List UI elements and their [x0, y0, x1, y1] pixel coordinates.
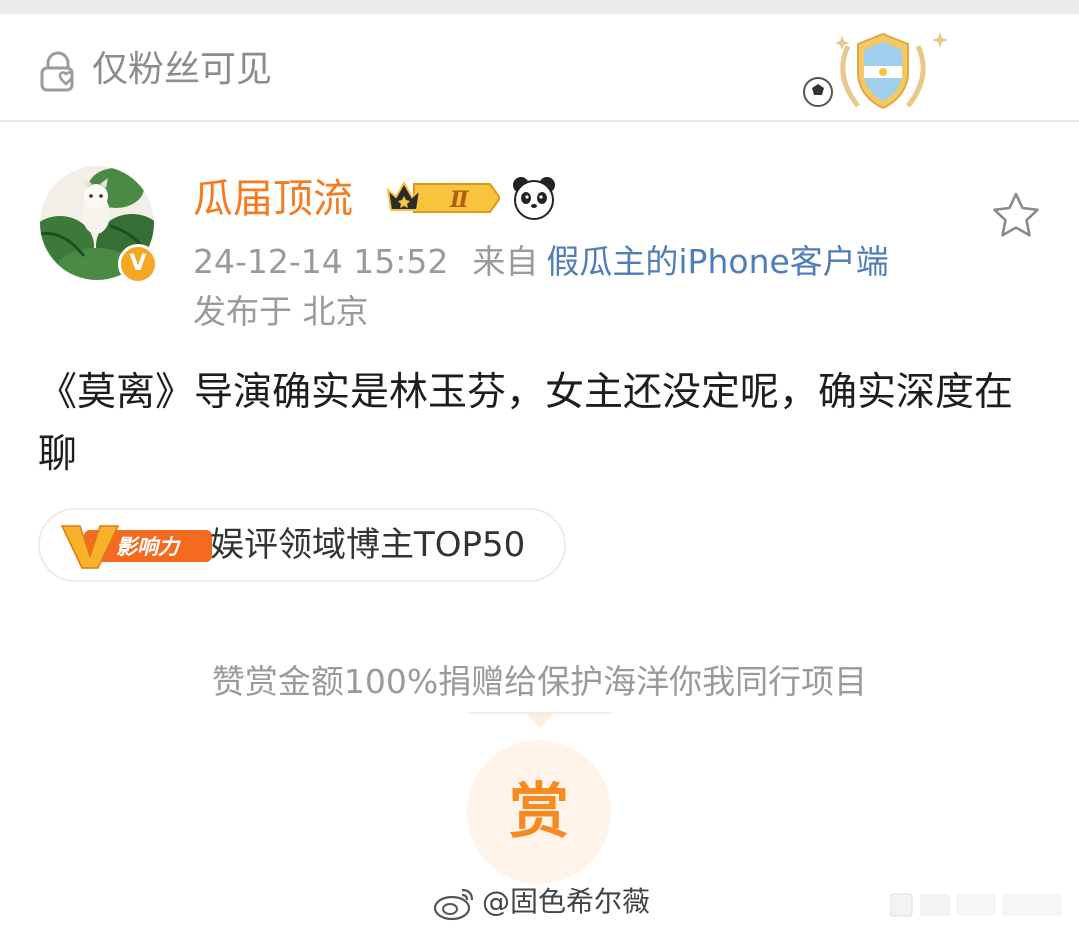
- influence-logo-text: 影响力: [116, 535, 181, 559]
- vip-level-text: Ⅱ: [449, 187, 470, 213]
- influence-logo-icon: 影响力: [60, 525, 212, 569]
- post-meta: 24-12-14 15:52 来自 假瓜主的iPhone客户端: [193, 240, 889, 284]
- reward-note: 赞赏金额100%捐赠给保护海洋你我同行项目: [211, 662, 868, 701]
- panda-icon: [513, 177, 555, 220]
- username[interactable]: 瓜届顶流: [193, 174, 353, 224]
- verified-badge-icon: V: [118, 244, 158, 284]
- reward-divider: [468, 712, 612, 728]
- post-card: 仅粉丝可见 V 瓜届顶流 Ⅱ 24-12-14 15:52 来自 假瓜主的iPh…: [0, 14, 1079, 927]
- vip-crown-icon[interactable]: Ⅱ: [384, 174, 500, 222]
- from-label: 来自: [472, 242, 539, 281]
- timestamp: 24-12-14 15:52: [193, 242, 449, 281]
- visibility-label: 仅粉丝可见: [92, 49, 273, 90]
- lock-icon: [40, 51, 74, 92]
- influence-tag[interactable]: 影响力 娱评领域博主TOP50: [38, 508, 566, 582]
- football-badge-icon: [803, 32, 948, 110]
- watermark-text: @固色希尔薇: [482, 885, 651, 918]
- post-text: 《莫离》导演确实是林玉芬，女主还没定呢，确实深度在聊: [38, 370, 1014, 477]
- location-label: 发布于 北京: [193, 292, 369, 331]
- reward-button[interactable]: 赏: [467, 740, 611, 884]
- reward-button-label: 赏: [509, 777, 569, 847]
- bottom-decoration: [890, 893, 1062, 917]
- client-link[interactable]: 假瓜主的iPhone客户端: [546, 242, 888, 281]
- star-icon[interactable]: [990, 190, 1042, 242]
- influence-label: 娱评领域博主TOP50: [210, 525, 526, 565]
- visibility-bar: 仅粉丝可见: [0, 14, 1079, 122]
- weibo-logo-icon: [433, 888, 474, 921]
